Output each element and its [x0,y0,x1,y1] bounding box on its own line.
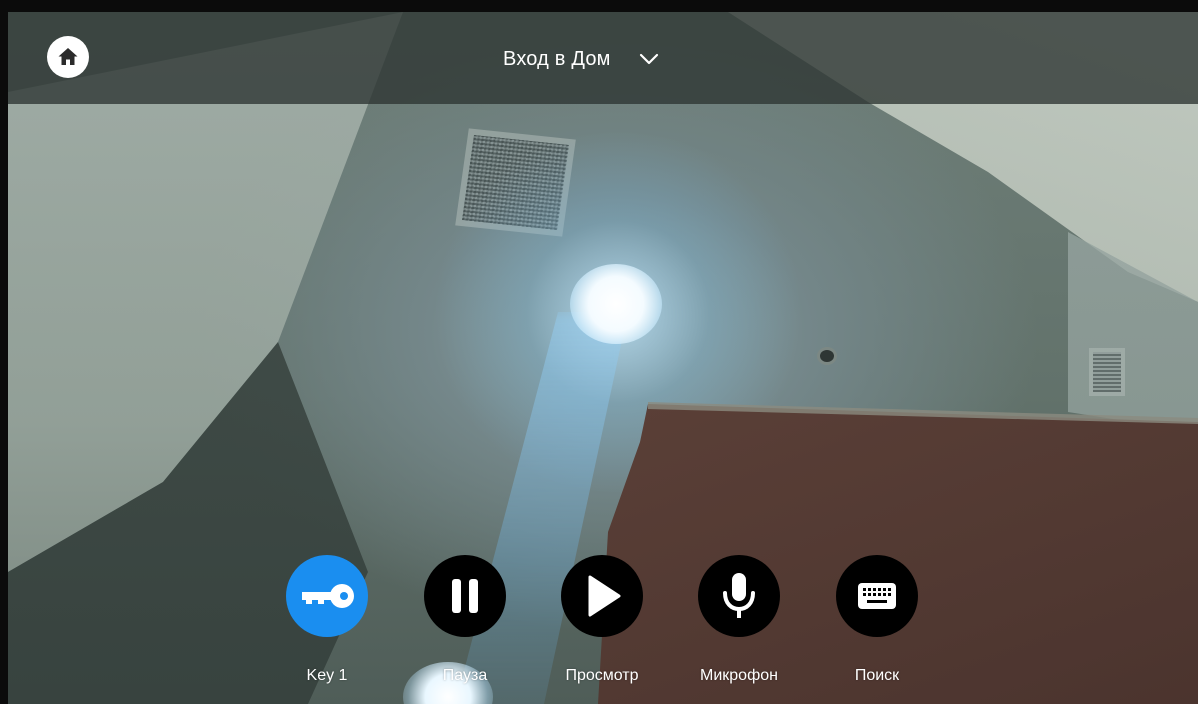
view-label: Просмотр [565,667,639,684]
view-button[interactable]: Просмотр [542,555,662,685]
home-icon [56,45,80,69]
play-icon [582,574,622,618]
chevron-down-icon [639,52,659,66]
home-button[interactable] [47,36,89,78]
pause-label: Пауза [442,667,488,684]
view-button-circle[interactable] [561,555,643,637]
microphone-icon [721,571,757,621]
search-label: Поиск [854,667,900,684]
key-icon [298,581,356,611]
microphone-label: Микрофон [700,667,778,684]
pause-icon [448,577,482,615]
pause-button-circle[interactable] [424,555,506,637]
feed-wall-sensor [820,350,834,362]
microphone-button[interactable]: Микрофон [679,555,799,685]
key-1-button[interactable]: Key 1 [267,555,387,685]
camera-selector-dropdown[interactable]: Вход в Дом [503,42,659,76]
keyboard-icon [857,582,897,610]
intercom-screen: Вход в Дом Key 1 Пауза Просмотр Микрофон… [8,12,1198,704]
key-1-label: Key 1 [306,667,348,684]
feed-lamp [570,264,662,344]
search-button-circle[interactable] [836,555,918,637]
camera-title: Вход в Дом [503,47,611,70]
feed-wall-vent [1093,352,1121,392]
pause-button[interactable]: Пауза [405,555,525,685]
key-button-circle[interactable] [286,555,368,637]
top-bar: Вход в Дом [8,12,1198,104]
search-button[interactable]: Поиск [817,555,937,685]
microphone-button-circle[interactable] [698,555,780,637]
